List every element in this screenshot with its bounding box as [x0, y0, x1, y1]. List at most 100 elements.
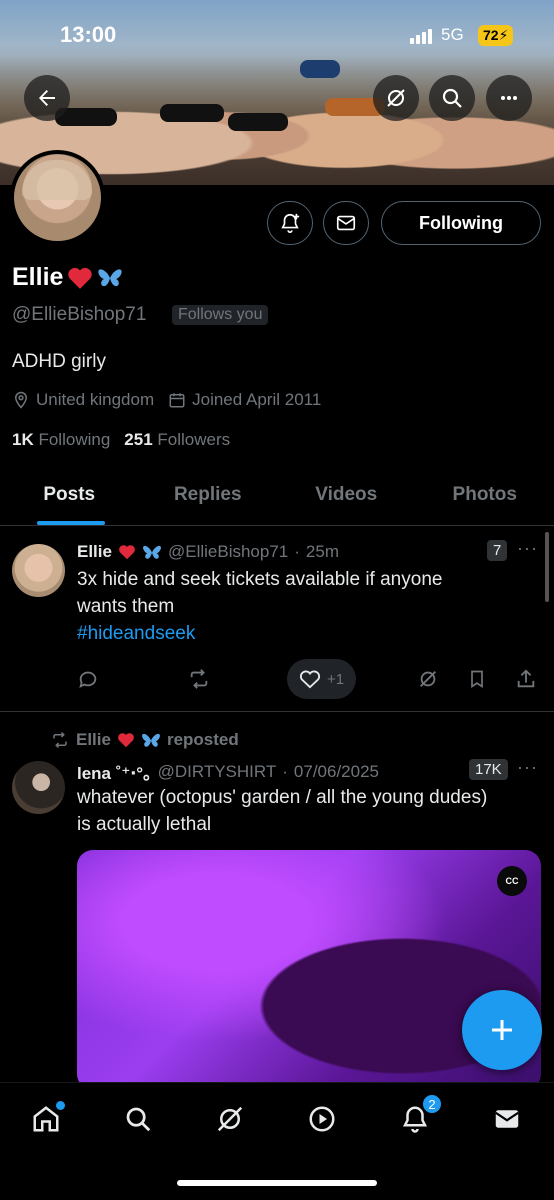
following-count-link[interactable]: 1K Following [12, 430, 110, 450]
compose-post-button[interactable] [462, 990, 542, 1070]
like-button[interactable]: +1 [287, 659, 357, 699]
post-separator-dot: · [294, 542, 300, 561]
followers-label: Followers [157, 430, 231, 449]
envelope-icon [495, 1110, 519, 1128]
nav-video[interactable] [300, 1097, 344, 1141]
post-text: 3x hide and seek tickets available if an… [77, 566, 497, 647]
nav-home[interactable] [24, 1097, 68, 1141]
views-badge: 17K [469, 759, 508, 780]
profile-avatar[interactable] [10, 150, 105, 245]
search-icon [126, 1107, 151, 1132]
tab-replies[interactable]: Replies [139, 470, 278, 525]
battery-level: 72 [483, 27, 499, 43]
profile-location: United kingdom [12, 390, 154, 410]
tab-videos[interactable]: Videos [277, 470, 416, 525]
butterfly-emoji-icon [143, 545, 161, 559]
follows-you-badge: Follows you [172, 305, 269, 325]
envelope-icon [336, 215, 356, 231]
back-button[interactable] [24, 75, 70, 121]
heart-icon [299, 670, 321, 689]
reply-icon [79, 671, 97, 689]
following-count: 1K [12, 430, 34, 449]
grok-icon [420, 671, 436, 687]
reply-button[interactable] [77, 659, 99, 699]
location-text: United kingdom [36, 390, 155, 409]
location-pin-icon [14, 391, 28, 409]
bookmark-button[interactable] [467, 659, 487, 699]
post-item[interactable]: Ellie @EllieBishop71 · 25m 7 ··· 3x hide… [0, 526, 554, 711]
display-name: Ellie [12, 263, 64, 291]
back-arrow-icon [39, 90, 55, 106]
post-more-icon[interactable]: ··· [517, 757, 538, 778]
nav-messages[interactable] [485, 1097, 529, 1141]
battery-indicator: 72⚡ [478, 25, 514, 46]
home-indicator [177, 1180, 377, 1186]
grok-analyze-button[interactable] [417, 659, 439, 699]
search-icon [442, 88, 462, 108]
profile-bio: ADHD girly [12, 351, 106, 372]
bookmark-icon [471, 670, 483, 689]
post-more-icon[interactable]: ··· [517, 538, 538, 559]
post-time: 25m [305, 542, 339, 561]
charging-icon: ⚡ [498, 27, 509, 43]
post-author-avatar[interactable] [12, 761, 65, 814]
more-icon [501, 96, 517, 100]
post-author-handle: @DIRTYSHIRT [157, 761, 277, 781]
nav-grok[interactable] [208, 1097, 252, 1141]
joined-text: Joined April 2011 [192, 390, 322, 409]
profile-tabs: Posts Replies Videos Photos [0, 470, 554, 526]
share-button[interactable] [515, 659, 537, 699]
post-author-name[interactable]: lena ˚⁺‧°｡ [77, 759, 152, 784]
red-heart-emoji-icon [119, 545, 135, 560]
profile-handle: @EllieBishop71 [12, 304, 147, 325]
nav-search[interactable] [116, 1097, 160, 1141]
message-button[interactable] [323, 201, 369, 245]
post-text: whatever (octopus' garden / all the youn… [77, 787, 488, 835]
grok-icon [387, 89, 405, 107]
followers-count: 251 [124, 430, 153, 449]
status-time: 13:00 [60, 22, 117, 47]
bell-plus-icon [281, 213, 300, 233]
network-type: 5G [441, 25, 464, 44]
post-actions: +1 [77, 659, 547, 699]
profile-joined: Joined April 2011 [168, 390, 321, 410]
more-options-button[interactable] [486, 75, 532, 121]
post-author-avatar[interactable] [12, 544, 65, 597]
post-date: 07/06/2025 [293, 761, 380, 781]
post-header: Ellie @EllieBishop71 · 25m [77, 542, 339, 562]
repost-icon [190, 669, 208, 689]
notifications-count-badge: 2 [421, 1093, 443, 1115]
home-unread-dot [56, 1101, 65, 1110]
nav-notifications[interactable]: 2 [393, 1093, 443, 1141]
post-author-name[interactable]: Ellie [77, 542, 112, 562]
following-button[interactable]: Following [381, 201, 541, 245]
post-hashtag[interactable]: #hideandseek [77, 623, 195, 644]
butterfly-emoji-icon [98, 268, 123, 286]
following-label: Following [38, 430, 111, 449]
grok-button[interactable] [373, 75, 419, 121]
tab-photos[interactable]: Photos [416, 470, 554, 525]
post-separator-dot: · [282, 761, 288, 781]
post-author-handle: @EllieBishop71 [167, 542, 289, 561]
signal-icon [410, 29, 432, 44]
profile-name: Ellie [12, 263, 123, 292]
banner-detail [228, 113, 288, 131]
status-bar: 13:00 5G 72⚡ [0, 0, 554, 70]
followers-count-link[interactable]: 251 Followers [124, 430, 230, 450]
post-header: lena ˚⁺‧°｡ @DIRTYSHIRT · 07/06/2025 [77, 759, 379, 784]
follow-counts: 1K Following 251 Followers [12, 430, 230, 450]
like-count: +1 [327, 670, 345, 688]
views-badge: 7 [487, 540, 508, 561]
plus-icon [492, 1020, 512, 1040]
grok-icon [217, 1106, 243, 1132]
captions-button[interactable]: CC [497, 866, 527, 896]
notifications-bell-button[interactable] [267, 201, 313, 245]
banner-detail [160, 104, 224, 122]
tab-posts[interactable]: Posts [0, 470, 139, 525]
profile-meta: United kingdom Joined April 2011 [12, 390, 321, 410]
share-icon [517, 669, 535, 688]
search-button[interactable] [429, 75, 475, 121]
red-heart-emoji-icon [68, 267, 93, 289]
post-body: 3x hide and seek tickets available if an… [77, 569, 443, 617]
repost-button[interactable] [187, 659, 211, 699]
